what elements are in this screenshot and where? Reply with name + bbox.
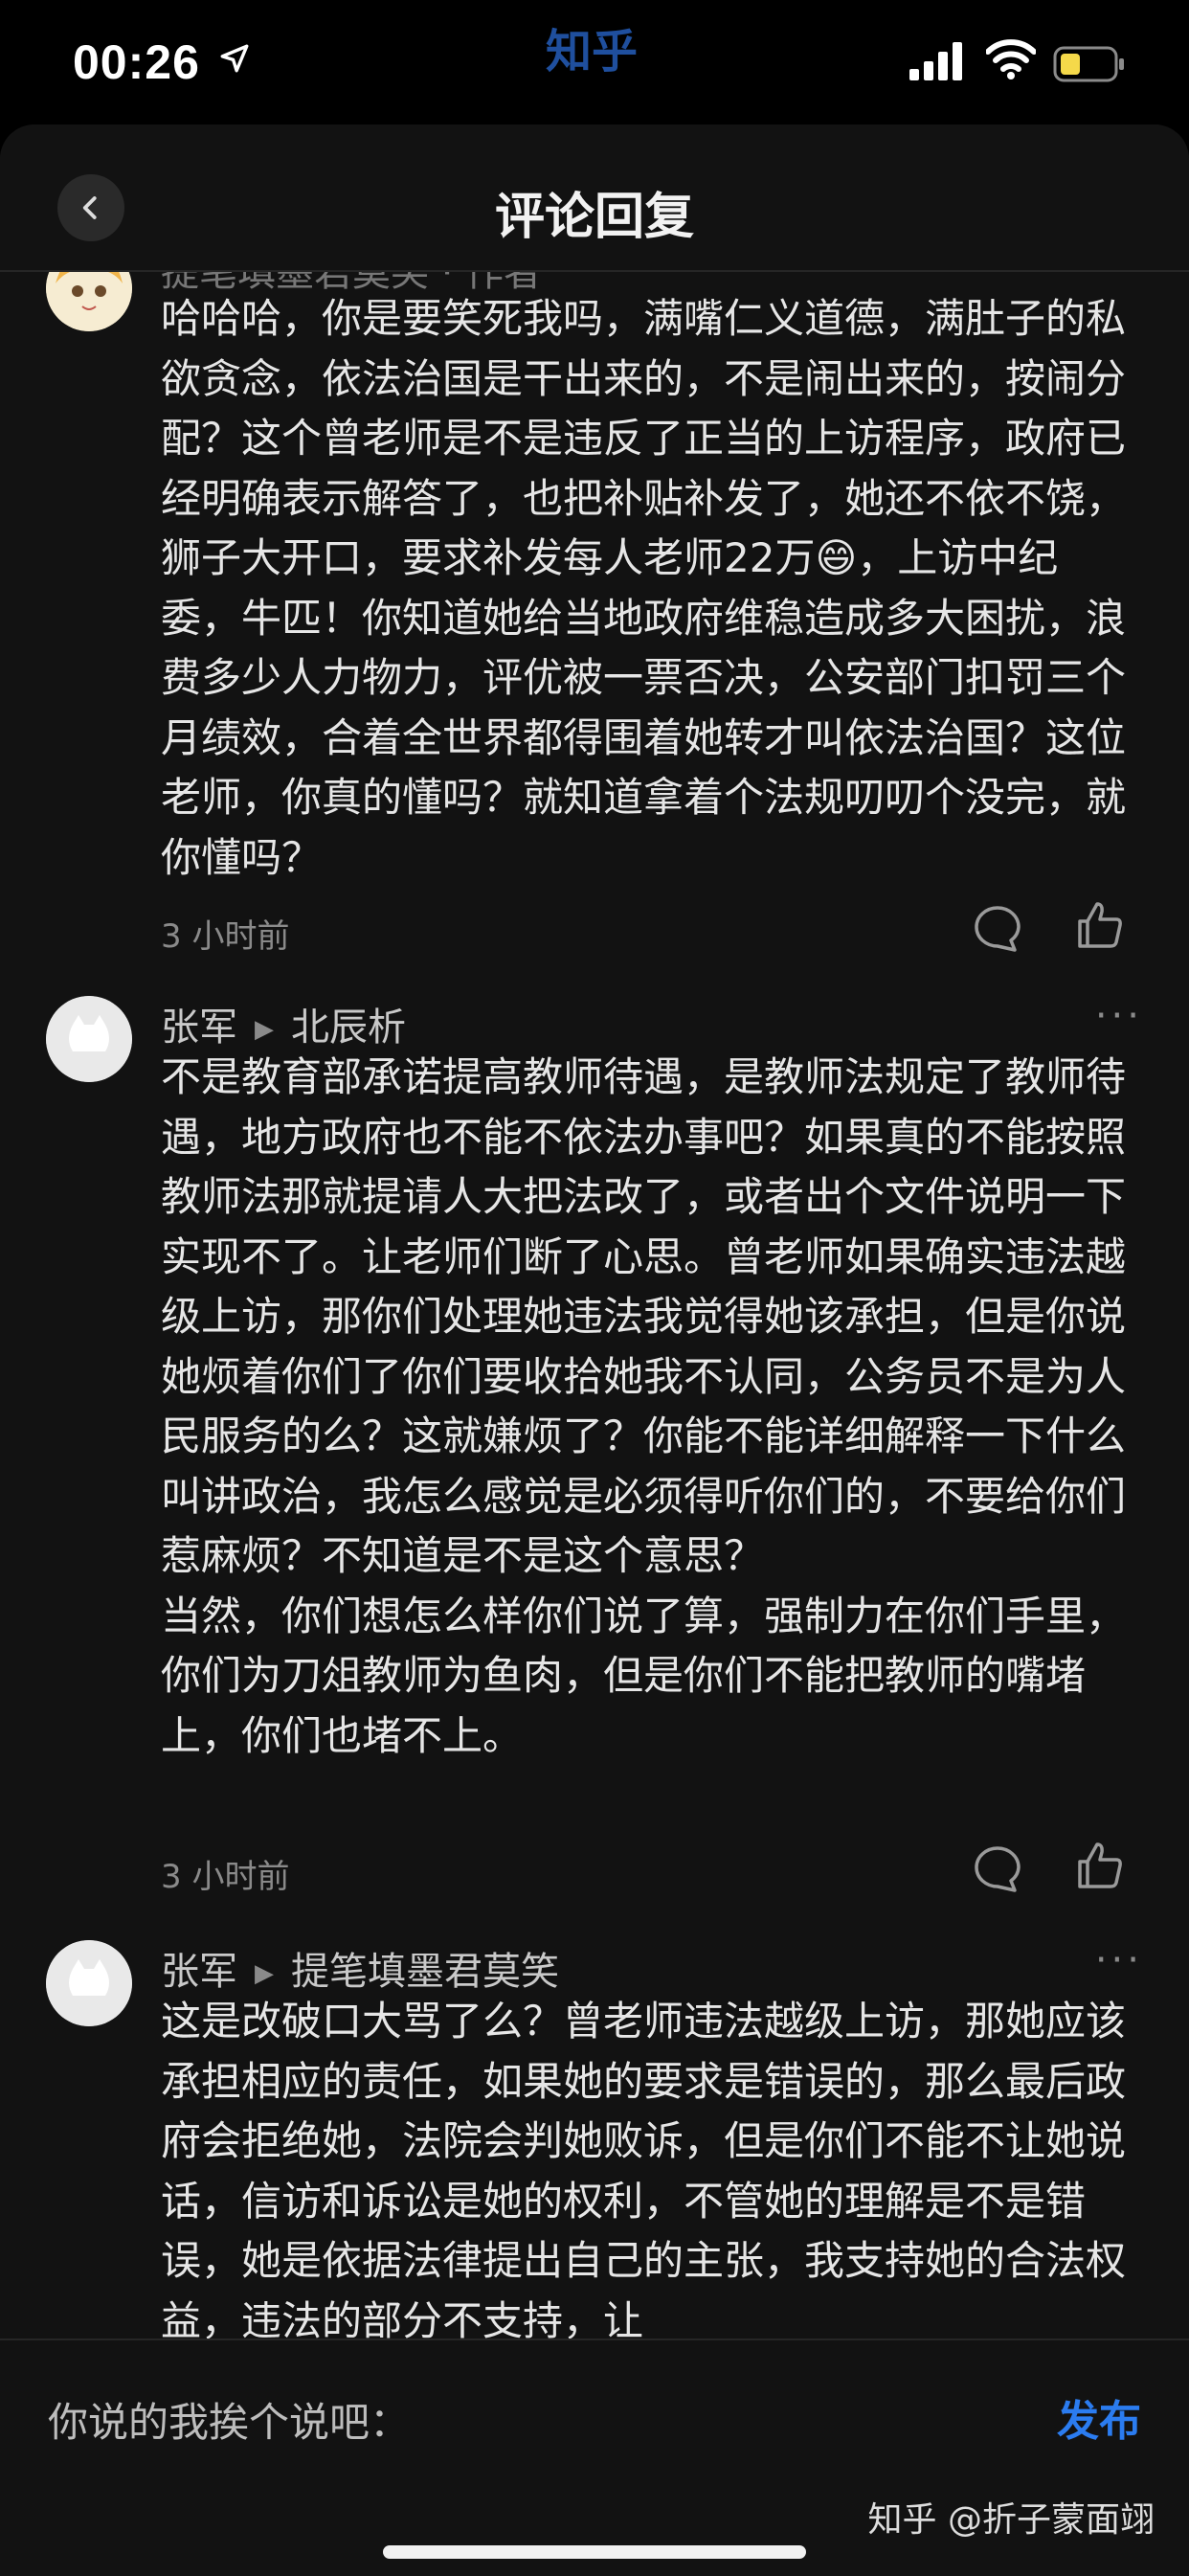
home-indicator[interactable] bbox=[383, 2545, 806, 2559]
reply-arrow-icon: ▶ bbox=[255, 1015, 274, 1044]
comment-time: 3 小时前 bbox=[161, 1858, 290, 1896]
publish-button[interactable]: 发布 bbox=[1057, 2386, 1141, 2448]
avatar[interactable] bbox=[46, 270, 132, 331]
default-avatar-icon bbox=[46, 1940, 132, 2026]
comment-username[interactable]: 张军 ▶ 提笔填墨君莫笑 bbox=[161, 1940, 559, 1996]
avatar[interactable] bbox=[46, 996, 132, 1082]
comment-bubble-icon[interactable] bbox=[971, 902, 1024, 956]
username[interactable]: 张军 bbox=[161, 1006, 237, 1050]
comment-text: 哈哈哈，你是要笑死我吗，满嘴仁义道德，满肚子的私欲贪念，依法治国是干出来的，不是… bbox=[161, 295, 1127, 881]
header-bar: 评论回复 bbox=[0, 124, 1189, 272]
battery-icon bbox=[1053, 46, 1124, 82]
default-avatar-icon bbox=[46, 996, 132, 1082]
reply-to-username[interactable]: 提笔填墨君莫笑 bbox=[291, 1950, 559, 1994]
reply-input[interactable]: 你说的我挨个说吧： bbox=[48, 2390, 410, 2449]
comment-bubble-icon[interactable] bbox=[971, 1842, 1024, 1896]
anime-avatar-icon bbox=[46, 270, 132, 331]
reply-arrow-icon: ▶ bbox=[255, 1959, 274, 1988]
thumbs-up-icon[interactable] bbox=[1072, 1839, 1126, 1892]
comment-text: 这是改破口大骂了么？曾老师违法越级上访，那她应该承担相应的责任，如果她的要求是错… bbox=[161, 1998, 1127, 2339]
comment-username[interactable]: 张军 ▶ 北辰析 bbox=[161, 996, 406, 1051]
location-arrow-icon bbox=[220, 44, 249, 73]
page-title: 评论回复 bbox=[494, 189, 694, 246]
compose-bar: 你说的我挨个说吧： 发布 知乎 @折子蒙面翊 bbox=[0, 2339, 1189, 2576]
wifi-icon bbox=[986, 39, 1036, 79]
avatar[interactable] bbox=[46, 1940, 132, 2026]
thumbs-up-icon[interactable] bbox=[1072, 898, 1126, 952]
more-dots-icon[interactable]: ··· bbox=[1095, 1938, 1143, 1982]
reply-to-username[interactable]: 北辰析 bbox=[291, 1006, 406, 1050]
more-dots-icon[interactable]: ··· bbox=[1095, 994, 1143, 1038]
signal-icon bbox=[909, 42, 962, 80]
status-time: 00:26 bbox=[73, 35, 200, 89]
zhihu-watermark: 知乎 bbox=[546, 25, 639, 79]
status-bar: 00:26 知乎 bbox=[0, 0, 1189, 124]
username[interactable]: 张军 bbox=[161, 1950, 237, 1994]
comment-list: 提笔填墨君莫笑 · 作者 哈哈哈，你是要笑死我吗，满嘴仁义道德，满肚子的私欲贪念… bbox=[0, 270, 1189, 2339]
comment-time: 3 小时前 bbox=[161, 917, 290, 956]
watermark-credit: 知乎 @折子蒙面翊 bbox=[867, 2500, 1155, 2540]
comment-text: 不是教育部承诺提高教师待遇，是教师法规定了教师待遇，地方政府也不能不依法办事吧？… bbox=[161, 1053, 1127, 1759]
